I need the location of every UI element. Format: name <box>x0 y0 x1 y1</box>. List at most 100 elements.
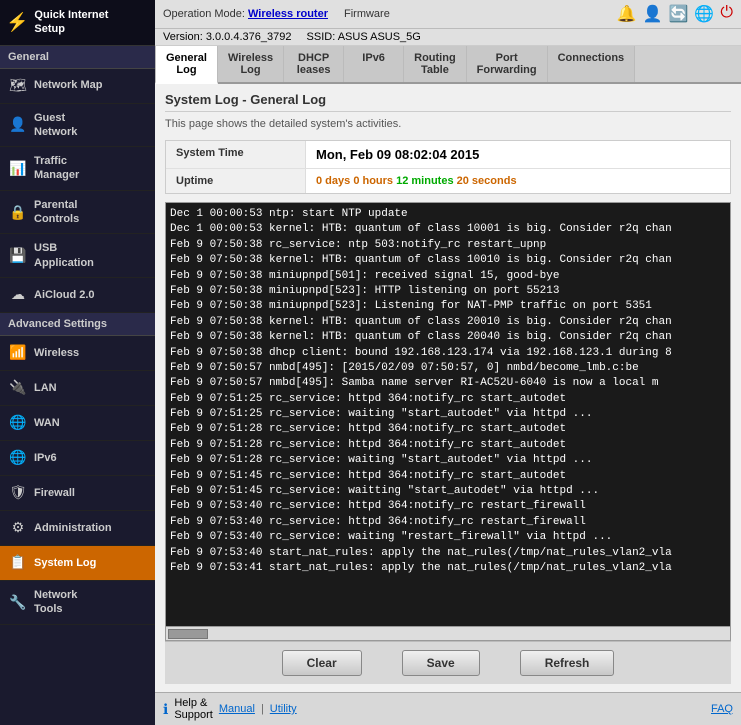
sidebar-section-general: General <box>0 46 155 69</box>
log-line: Feb 9 07:50:38 miniupnpd[523]: Listening… <box>170 299 726 314</box>
sidebar-item-label: IPv6 <box>34 451 57 465</box>
sidebar-item-label: USB Application <box>34 241 94 270</box>
refresh-button[interactable]: Refresh <box>520 650 615 676</box>
tab-dhcp-leases[interactable]: DHCPleases <box>284 46 344 82</box>
globe-icon[interactable]: 🌐 <box>694 4 714 24</box>
system-time-value: Mon, Feb 09 08:02:04 2015 <box>306 141 730 168</box>
sidebar-item-label: Administration <box>34 521 112 535</box>
quick-internet-setup[interactable]: ⚡ Quick Internet Setup <box>0 0 155 46</box>
tab-port-forwarding[interactable]: PortForwarding <box>467 46 548 82</box>
power-icon[interactable]: ⏻ <box>720 4 733 24</box>
sidebar-item-aicloud[interactable]: ☁ AiCloud 2.0 <box>0 278 155 313</box>
sidebar-item-traffic-manager[interactable]: 📊 Traffic Manager <box>0 147 155 191</box>
sidebar-item-ipv6[interactable]: 🌐 IPv6 <box>0 441 155 476</box>
system-log-icon: 📋 <box>8 553 28 573</box>
ssid-value: ASUS ASUS_5G <box>338 31 421 43</box>
sidebar-item-label: Network Map <box>34 78 102 92</box>
utility-link[interactable]: Utility <box>270 703 297 715</box>
log-line: Feb 9 07:51:28 rc_service: httpd 364:not… <box>170 422 726 437</box>
horizontal-scrollbar-thumb[interactable] <box>168 629 208 639</box>
uptime-days: 0 days <box>316 175 353 187</box>
save-button[interactable]: Save <box>402 650 480 676</box>
uptime-value: 0 days 0 hours 12 minutes 20 seconds <box>306 169 730 193</box>
firmware-info: Firmware <box>344 8 390 20</box>
log-line: Feb 9 07:53:40 rc_service: waiting "rest… <box>170 530 726 545</box>
operation-mode-info: Operation Mode: Wireless router <box>163 8 328 20</box>
sidebar: ⚡ Quick Internet Setup General 🗺 Network… <box>0 0 155 725</box>
info-bar: Operation Mode: Wireless router Firmware… <box>155 0 741 29</box>
log-line: Dec 1 00:00:53 ntp: start NTP update <box>170 207 726 222</box>
footer-right: FAQ <box>711 703 733 715</box>
uptime-label: Uptime <box>166 169 306 193</box>
uptime-minutes: 12 minutes <box>396 175 457 187</box>
help-icon: ℹ <box>163 701 168 718</box>
faq-label[interactable]: FAQ <box>711 703 733 715</box>
version-label: Version: <box>163 31 203 43</box>
clear-button[interactable]: Clear <box>282 650 362 676</box>
aicloud-icon: ☁ <box>8 285 28 305</box>
log-line: Feb 9 07:51:25 rc_service: waiting "star… <box>170 407 726 422</box>
guest-network-icon: 👤 <box>8 115 28 135</box>
version-value: 3.0.0.4.376_3792 <box>206 31 292 43</box>
sidebar-item-system-log[interactable]: 📋 System Log <box>0 546 155 581</box>
log-line: Feb 9 07:51:25 rc_service: httpd 364:not… <box>170 392 726 407</box>
usb-application-icon: 💾 <box>8 246 28 266</box>
sync-icon[interactable]: 🔄 <box>669 4 689 24</box>
page-content: System Log - General Log This page shows… <box>155 84 741 692</box>
sidebar-item-wan[interactable]: 🌐 WAN <box>0 406 155 441</box>
sidebar-item-network-tools[interactable]: 🔧 Network Tools <box>0 581 155 625</box>
user-icon[interactable]: 👤 <box>643 4 663 24</box>
sidebar-item-lan[interactable]: 🔌 LAN <box>0 371 155 406</box>
sidebar-item-label: Parental Controls <box>34 198 79 227</box>
footer-separator: | <box>261 703 264 715</box>
wireless-icon: 📶 <box>8 343 28 363</box>
operation-mode-label: Operation Mode: <box>163 8 245 20</box>
log-line: Dec 1 00:00:53 kernel: HTB: quantum of c… <box>170 222 726 237</box>
sidebar-item-guest-network[interactable]: 👤 Guest Network <box>0 104 155 148</box>
page-title: System Log - General Log <box>165 92 731 112</box>
ipv6-icon: 🌐 <box>8 448 28 468</box>
log-line: Feb 9 07:50:38 miniupnpd[523]: HTTP list… <box>170 284 726 299</box>
log-scroll-area[interactable]: Dec 1 00:00:53 ntp: start NTP updateDec … <box>166 203 730 626</box>
asus-logo-icon: ⚡ <box>6 12 28 33</box>
sidebar-item-label: AiCloud 2.0 <box>34 288 95 302</box>
firmware-label: Firmware <box>344 8 390 20</box>
tab-ipv6[interactable]: IPv6 <box>344 46 404 82</box>
administration-icon: ⚙ <box>8 518 28 538</box>
uptime-hours: 0 hours <box>353 175 396 187</box>
sidebar-item-administration[interactable]: ⚙ Administration <box>0 511 155 546</box>
footer-left: ℹ Help & Support Manual | Utility <box>163 697 297 721</box>
log-line: Feb 9 07:51:28 rc_service: httpd 364:not… <box>170 438 726 453</box>
log-line: Feb 9 07:50:38 kernel: HTB: quantum of c… <box>170 253 726 268</box>
log-line: Feb 9 07:53:40 rc_service: httpd 364:not… <box>170 499 726 514</box>
firewall-icon: 🛡 <box>8 483 28 503</box>
manual-link[interactable]: Manual <box>219 703 255 715</box>
tab-general-log[interactable]: GeneralLog <box>155 46 218 84</box>
sidebar-section-advanced: Advanced Settings <box>0 313 155 336</box>
sidebar-item-usb-application[interactable]: 💾 USB Application <box>0 234 155 278</box>
top-icon-group: 🔔 👤 🔄 🌐 ⏻ <box>617 4 733 24</box>
notification-icon[interactable]: 🔔 <box>617 4 637 24</box>
sidebar-item-network-map[interactable]: 🗺 Network Map <box>0 69 155 104</box>
sidebar-item-wireless[interactable]: 📶 Wireless <box>0 336 155 371</box>
sidebar-item-label: Traffic Manager <box>34 154 79 183</box>
sidebar-item-label: Wireless <box>34 346 79 360</box>
horizontal-scrollbar[interactable] <box>166 626 730 640</box>
system-info-table: System Time Mon, Feb 09 08:02:04 2015 Up… <box>165 140 731 194</box>
version-bar: Version: 3.0.0.4.376_3792 SSID: ASUS ASU… <box>155 29 741 46</box>
tab-wireless-log[interactable]: WirelessLog <box>218 46 284 82</box>
sidebar-item-firewall[interactable]: 🛡 Firewall <box>0 476 155 511</box>
sidebar-item-parental-controls[interactable]: 🔒 Parental Controls <box>0 191 155 235</box>
log-line: Feb 9 07:50:38 dhcp client: bound 192.16… <box>170 346 726 361</box>
footer: ℹ Help & Support Manual | Utility FAQ <box>155 692 741 725</box>
network-tools-icon: 🔧 <box>8 592 28 612</box>
lan-icon: 🔌 <box>8 378 28 398</box>
tab-routing-table[interactable]: RoutingTable <box>404 46 467 82</box>
log-line: Feb 9 07:50:38 kernel: HTB: quantum of c… <box>170 315 726 330</box>
system-time-label: System Time <box>166 141 306 168</box>
sidebar-item-label: Network Tools <box>34 588 77 617</box>
sidebar-logo-label: Quick Internet Setup <box>34 8 108 37</box>
sidebar-item-label: WAN <box>34 416 60 430</box>
tab-connections[interactable]: Connections <box>548 46 636 82</box>
ssid-label: SSID: <box>307 31 336 43</box>
